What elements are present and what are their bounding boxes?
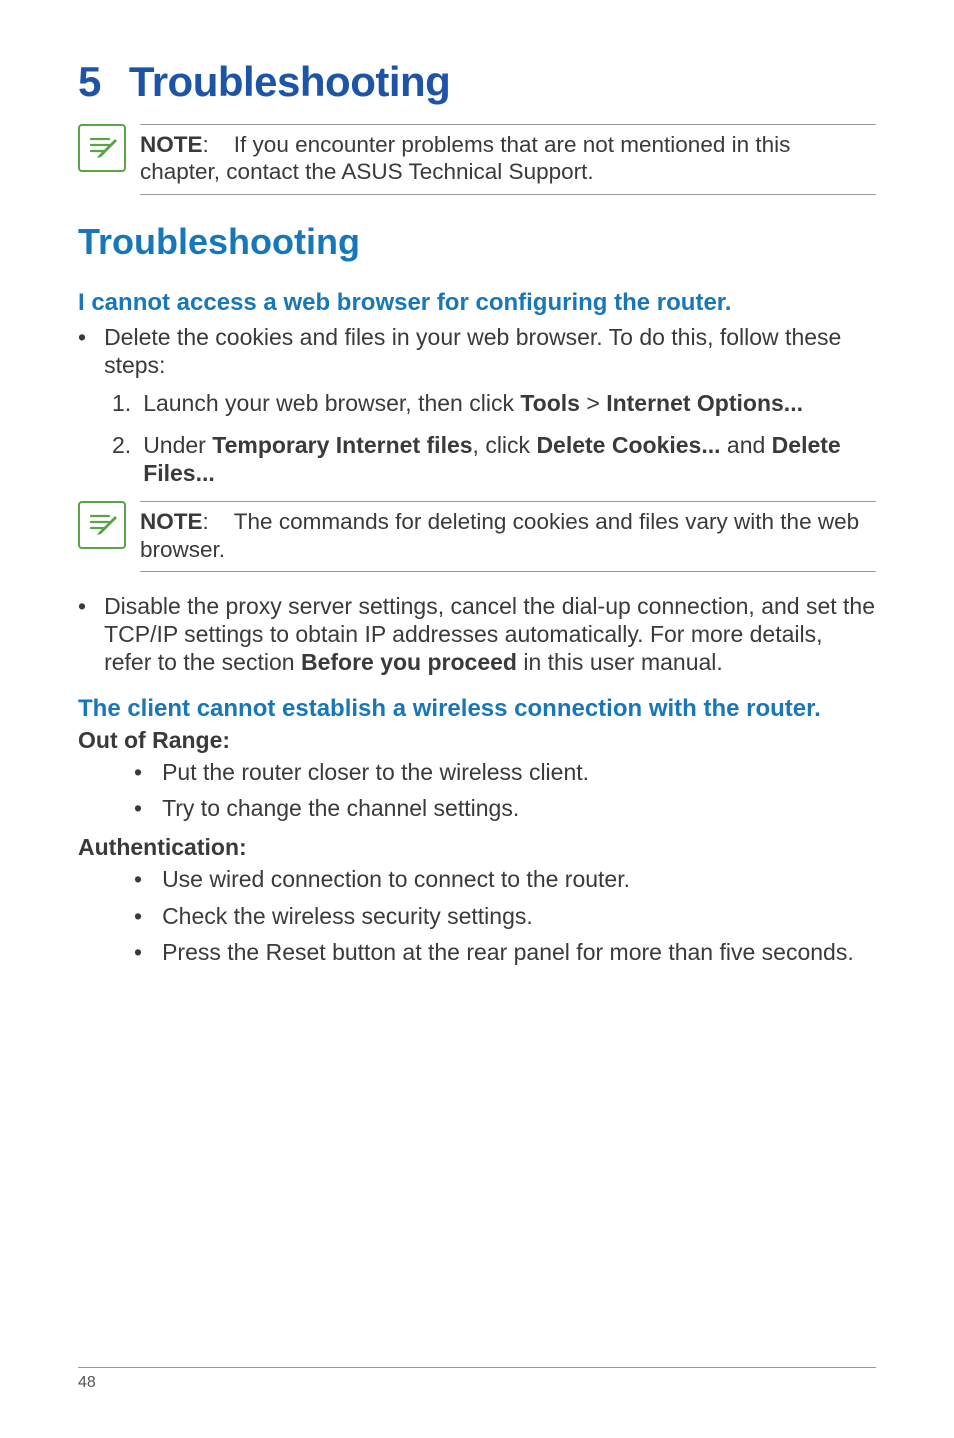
- bullet-proxy: • Disable the proxy server settings, can…: [78, 592, 876, 676]
- step-text: Under Temporary Internet files, click De…: [143, 431, 876, 487]
- note-icon: [78, 124, 126, 172]
- step2-b2: Delete Cookies...: [536, 432, 720, 458]
- proxy-post: in this user manual.: [517, 649, 723, 675]
- step2-pre: Under: [143, 432, 212, 458]
- bullet-dot: •: [134, 794, 142, 822]
- auth-item-3: • Press the Reset button at the rear pan…: [78, 938, 876, 966]
- note-block-1: NOTE: If you encounter problems that are…: [78, 124, 876, 195]
- step2-mid: , click: [473, 432, 537, 458]
- bullet-dot: •: [134, 902, 142, 930]
- authentication-label: Authentication:: [78, 834, 876, 861]
- oor-item-2: • Try to change the channel settings.: [78, 794, 876, 822]
- bullet-cookies: • Delete the cookies and files in your w…: [78, 323, 876, 379]
- note-icon: [78, 501, 126, 549]
- bullet-text: Delete the cookies and files in your web…: [104, 323, 876, 379]
- step2-and: and: [721, 432, 772, 458]
- step1-pre: Launch your web browser, then click: [143, 390, 520, 416]
- note-sep: :: [203, 132, 209, 157]
- step-number: 2.: [112, 431, 131, 487]
- note-label: NOTE: [140, 509, 203, 534]
- step1-b2: Internet Options...: [606, 390, 803, 416]
- note-2-text: NOTE: The commands for deleting cookies …: [140, 501, 876, 572]
- bullet-text: Check the wireless security settings.: [162, 902, 876, 930]
- page-footer: 48: [78, 1367, 876, 1392]
- page-number: 48: [78, 1374, 96, 1391]
- note2-sep: :: [203, 509, 209, 534]
- bullet-dot: •: [134, 758, 142, 786]
- bullet-text: Try to change the channel settings.: [162, 794, 876, 822]
- step1-b1: Tools: [520, 390, 580, 416]
- chapter-number: 5: [78, 58, 101, 105]
- bullet-dot: •: [78, 323, 86, 379]
- bullet-text: Put the router closer to the wireless cl…: [162, 758, 876, 786]
- step-number: 1.: [112, 389, 131, 417]
- sub-heading-2: The client cannot establish a wireless c…: [78, 694, 876, 723]
- note-label: NOTE: [140, 132, 203, 157]
- sub-heading-1: I cannot access a web browser for config…: [78, 289, 876, 317]
- bullet-text: Press the Reset button at the rear panel…: [162, 938, 876, 966]
- note-body: The commands for deleting cookies and fi…: [140, 509, 859, 561]
- bullet-dot: •: [78, 592, 86, 676]
- auth-item-1: • Use wired connection to connect to the…: [78, 865, 876, 893]
- bullet-text: Use wired connection to connect to the r…: [162, 865, 876, 893]
- auth-item-2: • Check the wireless security settings.: [78, 902, 876, 930]
- chapter-name: Troubleshooting: [129, 58, 450, 105]
- bullet-dot: •: [134, 938, 142, 966]
- step2-b1: Temporary Internet files: [212, 432, 472, 458]
- proxy-b: Before you proceed: [301, 649, 517, 675]
- note-1-text: NOTE: If you encounter problems that are…: [140, 124, 876, 195]
- chapter-title: 5 Troubleshooting: [78, 58, 876, 106]
- section-title: Troubleshooting: [78, 221, 876, 263]
- step1-gt: >: [580, 390, 606, 416]
- out-of-range-label: Out of Range:: [78, 727, 876, 754]
- bullet-dot: •: [134, 865, 142, 893]
- step-1: 1. Launch your web browser, then click T…: [78, 389, 876, 417]
- oor-item-1: • Put the router closer to the wireless …: [78, 758, 876, 786]
- note-block-2: NOTE: The commands for deleting cookies …: [78, 501, 876, 572]
- bullet-text: Disable the proxy server settings, cance…: [104, 592, 876, 676]
- step-text: Launch your web browser, then click Tool…: [143, 389, 876, 417]
- note-body: If you encounter problems that are not m…: [140, 132, 790, 184]
- step-2: 2. Under Temporary Internet files, click…: [78, 431, 876, 487]
